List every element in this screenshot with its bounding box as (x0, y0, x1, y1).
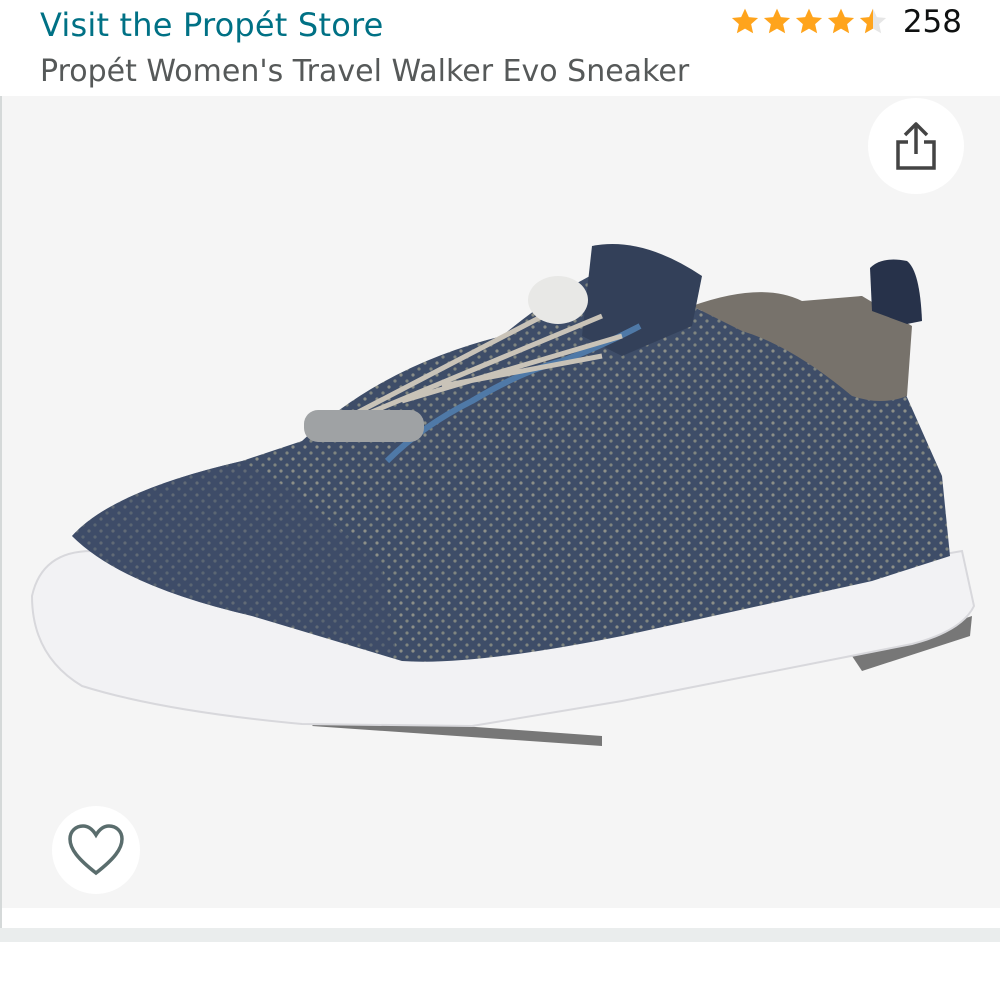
star-icon (827, 8, 854, 34)
product-image (30, 244, 976, 746)
product-header: Visit the Propét Store 258 Propét Women'… (0, 0, 1000, 96)
product-title: Propét Women's Travel Walker Evo Sneaker (40, 54, 690, 89)
rating-summary[interactable]: 258 (729, 4, 962, 40)
share-icon (896, 122, 936, 170)
store-link[interactable]: Visit the Propét Store (40, 6, 384, 44)
section-divider (0, 928, 1000, 942)
add-to-wishlist-button[interactable] (52, 806, 140, 894)
star-icon (795, 8, 822, 34)
star-icon (763, 8, 790, 34)
star-icon (731, 8, 758, 34)
product-image-area[interactable] (2, 96, 1000, 908)
share-button[interactable] (868, 98, 964, 194)
star-half-icon (859, 8, 886, 34)
star-rating (729, 6, 889, 38)
next-section (0, 942, 1000, 1000)
heart-icon (68, 824, 124, 876)
rating-count[interactable]: 258 (903, 4, 962, 40)
